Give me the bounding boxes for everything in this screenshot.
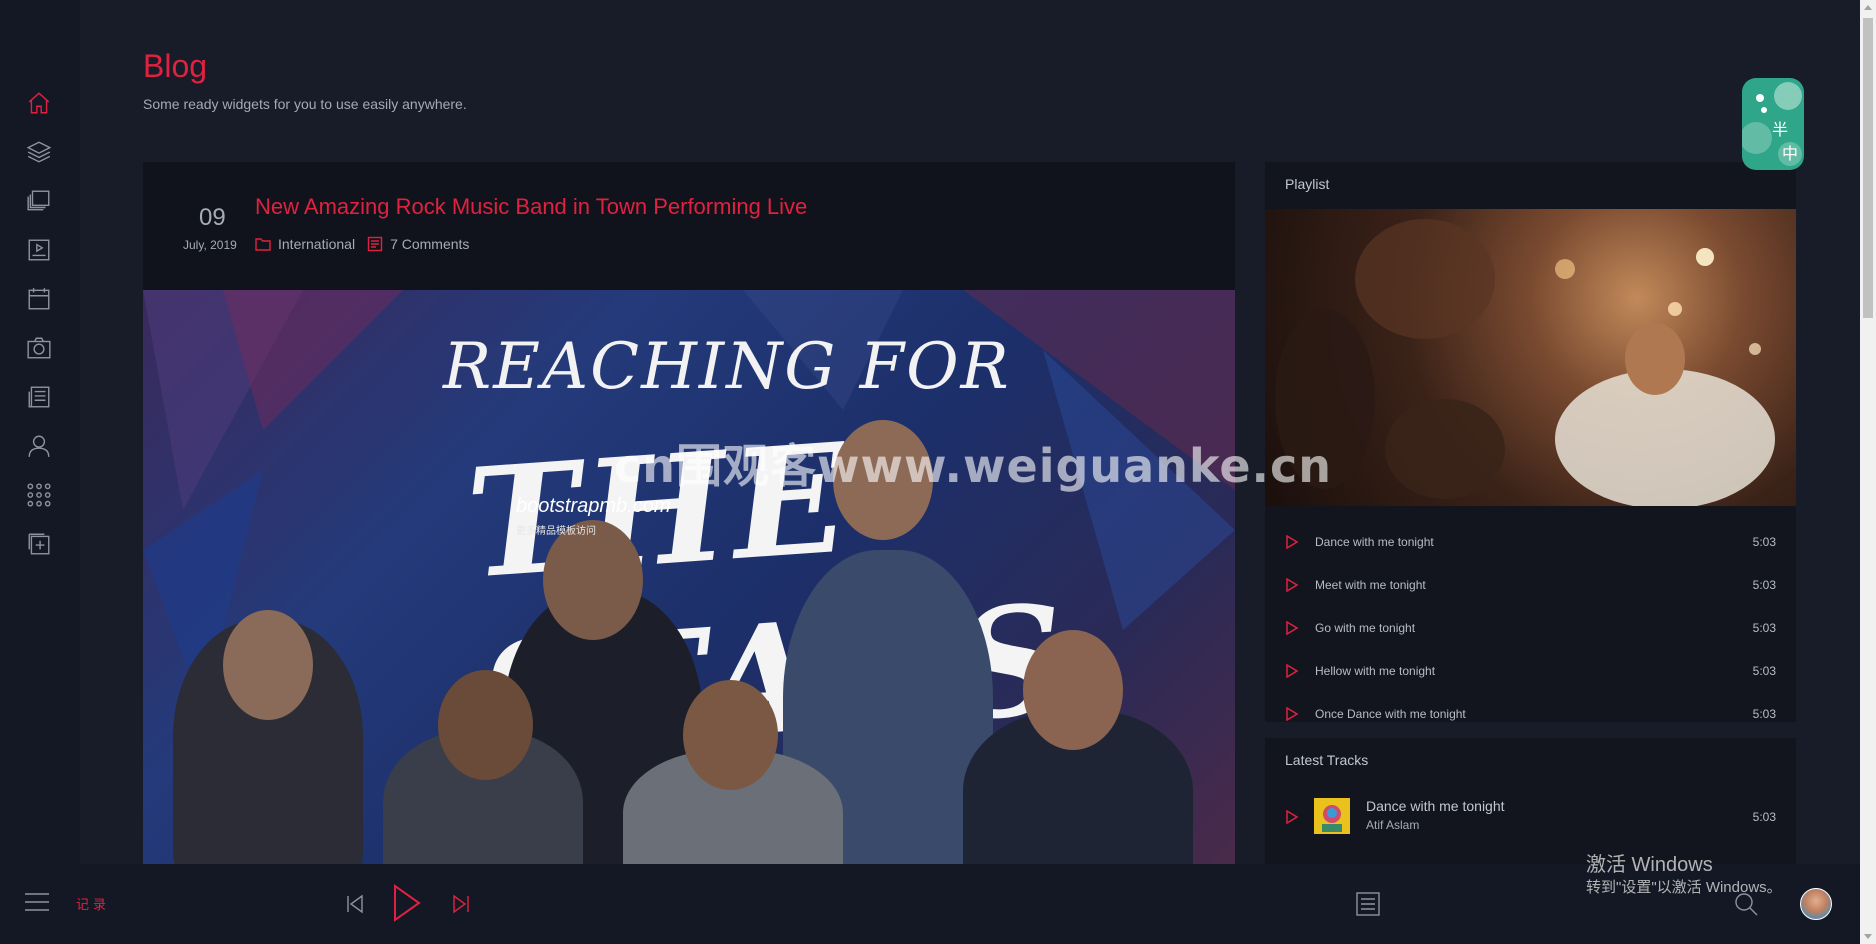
badge-char-2: 中: [1782, 146, 1799, 163]
play-icon[interactable]: [1285, 577, 1299, 592]
band-member-face: [223, 610, 313, 720]
user-icon: [28, 435, 50, 457]
track-thumbnail: [1314, 798, 1350, 834]
track-duration: 5:03: [1752, 534, 1776, 549]
post-featured-image[interactable]: REACHING FOR THE STARS bootstrapmb.com 更…: [143, 290, 1235, 864]
track-duration: 5:03: [1752, 577, 1776, 592]
grid-icon: [27, 483, 51, 507]
player-bar: 记录: [0, 864, 1860, 944]
page-subtitle: Some ready widgets for you to use easily…: [143, 96, 467, 112]
track-name: Hellow with me tonight: [1315, 663, 1436, 678]
skip-back-icon: [347, 894, 363, 914]
scroll-down-arrow[interactable]: [1864, 934, 1872, 939]
track-name: Dance with me tonight: [1366, 798, 1505, 814]
post-date-month: July, 2019: [183, 238, 237, 252]
news-icon: [28, 386, 50, 408]
playlist-track[interactable]: Hellow with me tonight 5:03: [1265, 649, 1796, 692]
post-category-link[interactable]: International: [278, 236, 355, 252]
next-track-button[interactable]: [452, 894, 470, 919]
playlist-cover-image: [1265, 209, 1796, 506]
track-duration: 5:03: [1752, 620, 1776, 635]
play-button[interactable]: [392, 884, 422, 927]
track-duration: 5:03: [1752, 810, 1776, 824]
poster-watermark: bootstrapmb.com: [516, 495, 671, 517]
floating-badge[interactable]: 半 中: [1742, 78, 1804, 170]
scrollbar-thumb[interactable]: [1863, 18, 1873, 318]
band-member-face: [1023, 630, 1123, 750]
comments-icon: [367, 236, 383, 252]
home-icon: [28, 92, 50, 114]
play-icon[interactable]: [1285, 620, 1299, 635]
avatar[interactable]: [1800, 888, 1832, 920]
post-header: 09 July, 2019 New Amazing Rock Music Ban…: [143, 162, 1235, 290]
windows-activation-hint: 转到"设置"以激活 Windows。: [1586, 879, 1782, 896]
windows-activation-title: 激活 Windows: [1586, 854, 1713, 876]
play-icon: [394, 884, 421, 922]
queue-button[interactable]: [1356, 892, 1380, 921]
band-member-face: [438, 670, 533, 780]
camera-icon: [27, 337, 51, 359]
sidebar: [0, 0, 80, 864]
playlist-title: Playlist: [1285, 176, 1330, 192]
layers-icon: [26, 141, 52, 163]
menu-button[interactable]: [24, 892, 50, 917]
band-member-face: [543, 520, 643, 640]
track-artist: Atif Aslam: [1366, 818, 1420, 832]
page-title: Blog: [143, 48, 208, 84]
latest-tracks-title: Latest Tracks: [1285, 752, 1369, 768]
latest-tracks-widget: Latest Tracks Dance with me tonight Atif…: [1265, 738, 1796, 864]
track-duration: 5:03: [1752, 706, 1776, 721]
skip-forward-icon: [453, 894, 469, 914]
sidebar-item-gallery[interactable]: [24, 186, 54, 216]
sidebar-item-calendar[interactable]: [24, 284, 54, 314]
track-name: Once Dance with me tonight: [1315, 706, 1466, 721]
site-watermark: cn围观客www.weiguanke.cn: [614, 439, 1333, 493]
playlist-widget: Playlist Dance with me tonight 5:03 Meet…: [1265, 162, 1796, 722]
post-title-link[interactable]: New Amazing Rock Music Band in Town Perf…: [255, 194, 807, 220]
sidebar-item-layers[interactable]: [24, 137, 54, 167]
playlist-track[interactable]: Dance with me tonight 5:03: [1265, 520, 1796, 563]
scrollbar[interactable]: [1860, 0, 1876, 944]
play-icon[interactable]: [1285, 534, 1299, 549]
sidebar-item-grid[interactable]: [24, 480, 54, 510]
band-member-face: [683, 680, 778, 790]
track-name: Dance with me tonight: [1315, 534, 1434, 549]
hamburger-icon: [25, 893, 49, 911]
post-date-day: 09: [199, 204, 226, 231]
post-comments-link[interactable]: 7 Comments: [390, 236, 469, 252]
poster-headline-top: REACHING FOR: [443, 330, 1011, 404]
track-name: Go with me tonight: [1315, 620, 1416, 635]
playlist-track[interactable]: Meet with me tonight 5:03: [1265, 563, 1796, 606]
sidebar-item-home[interactable]: [24, 88, 54, 118]
scroll-up-arrow[interactable]: [1864, 5, 1872, 10]
concert-scene: [1275, 219, 1775, 506]
video-icon: [28, 239, 50, 261]
latest-track-row[interactable]: Dance with me tonight Atif Aslam 5:03: [1265, 796, 1796, 838]
sidebar-item-camera[interactable]: [24, 333, 54, 363]
play-icon[interactable]: [1285, 706, 1299, 721]
sidebar-item-add-page[interactable]: [24, 529, 54, 559]
play-icon[interactable]: [1285, 809, 1299, 829]
sidebar-item-news[interactable]: [24, 382, 54, 412]
record-label[interactable]: 记录: [76, 894, 110, 913]
list-icon: [1356, 892, 1380, 916]
badge-char-1: 半: [1772, 122, 1789, 139]
track-duration: 5:03: [1752, 663, 1776, 678]
sidebar-item-video[interactable]: [24, 235, 54, 265]
play-icon[interactable]: [1285, 663, 1299, 678]
post-meta: International 7 Comments: [255, 236, 469, 252]
gallery-icon: [27, 190, 50, 211]
blog-post-card: 09 July, 2019 New Amazing Rock Music Ban…: [143, 162, 1235, 864]
calendar-icon: [28, 288, 50, 310]
folder-icon: [255, 238, 271, 251]
sidebar-item-user[interactable]: [24, 431, 54, 461]
playlist-track[interactable]: Once Dance with me tonight 5:03: [1265, 692, 1796, 735]
add-page-icon: [28, 533, 50, 555]
track-name: Meet with me tonight: [1315, 577, 1426, 592]
playlist-track[interactable]: Go with me tonight 5:03: [1265, 606, 1796, 649]
previous-track-button[interactable]: [346, 894, 364, 919]
poster-watermark-sub: 更多精品模板访问: [516, 526, 596, 537]
